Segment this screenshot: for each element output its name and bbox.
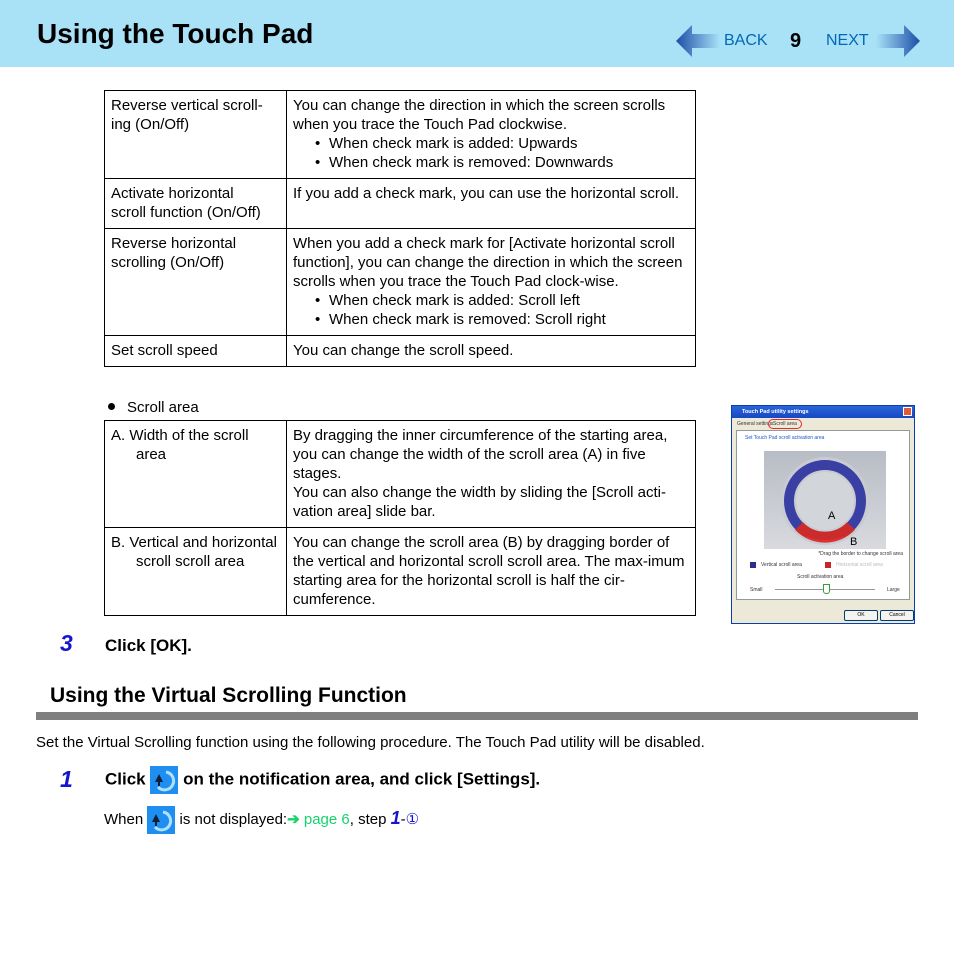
setting-cell: A. Width of the scroll area [104, 420, 287, 528]
step-1-note: When is not displayed:➔ page 6, step 1-① [104, 806, 419, 834]
slider-max: Large [887, 587, 900, 593]
ok-button: OK [844, 610, 878, 621]
section-intro: Set the Virtual Scrolling function using… [36, 734, 705, 751]
setting-cell: Activate horizontal scroll function (On/… [104, 178, 287, 229]
legend-horizontal: Horizontal scroll area [836, 562, 883, 568]
section-heading: Using the Virtual Scrolling Function [50, 684, 407, 707]
scroll-ring-icon: A B [781, 457, 869, 548]
bullet-item: • When check mark is added: Scroll left [315, 292, 580, 309]
label-b: B [850, 536, 857, 548]
back-link[interactable]: BACK [724, 32, 768, 50]
description-cell: When you add a check mark for [Activate … [286, 228, 696, 336]
slider-thumb [823, 584, 830, 594]
next-arrow-icon[interactable] [876, 23, 920, 59]
page-6-link[interactable]: page 6 [304, 811, 350, 828]
link-arrow-icon: ➔ [287, 810, 300, 828]
table-row: Set scroll speed You can change the scro… [104, 335, 696, 367]
dialog-panel: Set Touch Pad scroll activation area A B… [736, 430, 910, 600]
legend-vertical: Vertical scroll area [761, 562, 802, 568]
touchpad-diagram: A B [764, 451, 886, 549]
bullet-icon [108, 402, 115, 410]
bullet-item: • When check mark is removed: Downwards [315, 154, 614, 171]
description-cell: By dragging the inner circumference of t… [286, 420, 696, 528]
back-arrow-icon[interactable] [676, 23, 720, 59]
touchpad-utility-tray-icon [147, 806, 176, 834]
tab-scroll-area: Scroll area [768, 419, 802, 429]
table-row: Activate horizontal scroll function (On/… [104, 178, 696, 229]
description-cell: You can change the scroll area (B) by dr… [286, 527, 696, 616]
step-ref-circle: ① [405, 810, 420, 828]
touchpad-settings-screenshot: Touch Pad utility settings General setti… [731, 405, 915, 624]
scroll-area-bullet: Scroll area [108, 399, 199, 416]
setting-cell: B. Vertical and horizontal scroll scroll… [104, 527, 287, 616]
cancel-button: Cancel [880, 610, 914, 621]
legend-horizontal-swatch [825, 562, 831, 568]
setting-cell: Reverse vertical scroll- ing (On/Off) [104, 90, 287, 179]
slider-label: Scroll activation area [797, 574, 844, 580]
touchpad-settings-table: Reverse vertical scroll- ing (On/Off) Yo… [104, 90, 696, 367]
hint-text: *Drag the border to change scroll area [818, 551, 903, 557]
section-divider [36, 712, 918, 720]
step-1-text: Click on the notification area, and clic… [105, 766, 540, 794]
scroll-area-table: A. Width of the scroll area By dragging … [104, 420, 696, 616]
setting-cell: Set scroll speed [104, 335, 287, 367]
step-number-1: 1 [60, 766, 73, 792]
next-link[interactable]: NEXT [826, 32, 869, 50]
description-cell: You can change the scroll speed. [286, 335, 696, 367]
table-row: Reverse vertical scroll- ing (On/Off) Yo… [104, 90, 696, 179]
step-ref-number: 1 [390, 807, 401, 828]
group-label: Set Touch Pad scroll activation area [745, 435, 825, 441]
page-number: 9 [790, 30, 802, 52]
dialog-titlebar: Touch Pad utility settings [732, 406, 914, 418]
bullet-item: • When check mark is added: Upwards [315, 135, 578, 152]
description-cell: If you add a check mark, you can use the… [286, 178, 696, 229]
label-a: A [828, 510, 836, 522]
setting-cell: Reverse horizontal scrolling (On/Off) [104, 228, 287, 336]
page-title: Using the Touch Pad [37, 18, 314, 49]
table-row: A. Width of the scroll area By dragging … [104, 420, 696, 528]
step-number-3: 3 [60, 630, 73, 656]
step-3-text: Click [OK]. [105, 636, 192, 655]
legend-vertical-swatch [750, 562, 756, 568]
dialog-tabs: General settings Scroll area [732, 418, 914, 430]
touchpad-utility-tray-icon [150, 766, 179, 794]
table-row: B. Vertical and horizontal scroll scroll… [104, 527, 696, 616]
bullet-item: • When check mark is removed: Scroll righ… [315, 311, 606, 328]
close-icon [903, 407, 912, 416]
slider-min: Small [750, 587, 763, 593]
table-row: Reverse horizontal scrolling (On/Off) Wh… [104, 228, 696, 336]
description-cell: You can change the direction in which th… [286, 90, 696, 179]
